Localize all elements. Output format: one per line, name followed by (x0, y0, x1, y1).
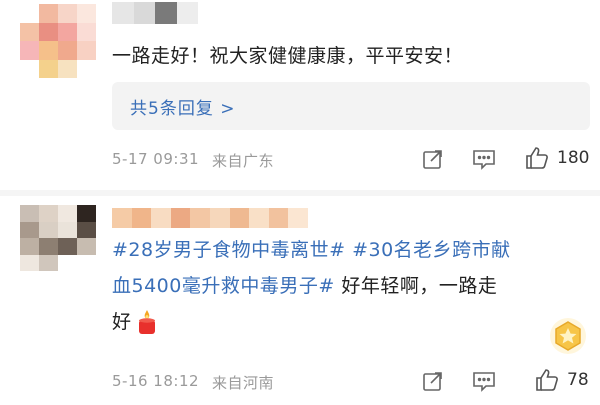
comment-line-2: 血5400毫升救中毒男子# 好年轻啊，一路走 (112, 268, 592, 304)
comment-location: 来自广东 (212, 152, 275, 170)
mosaic-cell (190, 208, 210, 228)
mosaic-cell (155, 2, 177, 24)
mosaic-cell (39, 41, 58, 60)
mosaic-cell (39, 205, 58, 222)
mosaic-cell (58, 41, 77, 60)
like-count: 180 (557, 148, 590, 168)
avatar[interactable] (20, 4, 96, 78)
comment-line-1: #28岁男子食物中毒离世# #30名老乡跨市献 (112, 232, 592, 268)
mosaic-cell (58, 221, 77, 238)
mosaic-cell (20, 238, 39, 255)
mosaic-cell (39, 22, 58, 41)
mosaic-cell (20, 221, 39, 238)
comment-text-segment: 好年轻啊，一路走 (341, 275, 498, 297)
candle-emoji-icon (136, 308, 158, 336)
mosaic-cell (39, 254, 58, 271)
mosaic-cell (77, 221, 96, 238)
comment-icon[interactable] (471, 368, 497, 394)
mosaic-cell (209, 208, 230, 228)
mosaic-cell (39, 4, 58, 23)
mosaic-cell (268, 208, 289, 228)
comment-time: 5-16 18:12 (112, 372, 200, 390)
mosaic-cell (170, 208, 191, 228)
mosaic-cell (112, 2, 134, 24)
mosaic-cell (249, 208, 269, 228)
mosaic-cell (20, 254, 39, 271)
mosaic-cell (58, 4, 77, 23)
reply-summary[interactable]: 共5条回复 > (112, 82, 590, 130)
view-replies-link[interactable]: 共5条回复 > (130, 94, 235, 119)
mosaic-cell (20, 59, 39, 78)
comment-text-segment: 好 (112, 311, 132, 333)
username[interactable] (112, 208, 308, 228)
like-count: 78 (567, 370, 589, 390)
mosaic-cell (229, 208, 250, 228)
mosaic-cell (112, 208, 132, 228)
mosaic-cell (58, 22, 77, 41)
share-icon[interactable] (420, 368, 446, 394)
mosaic-cell (39, 59, 58, 78)
comment-text: 一路走好！祝大家健健康康，平平安安！ (112, 45, 464, 67)
mosaic-cell (77, 59, 96, 78)
comment-line-3: 好 (112, 304, 592, 340)
mosaic-cell (77, 4, 96, 23)
comment-text: #28岁男子食物中毒离世# #30名老乡跨市献 血5400毫升救中毒男子# 好年… (112, 232, 592, 340)
like-icon[interactable] (533, 366, 561, 394)
mosaic-cell (176, 2, 198, 24)
mosaic-cell (133, 2, 155, 24)
mosaic-cell (20, 22, 39, 41)
topic-link-continued[interactable]: 血5400毫升救中毒男子# (112, 275, 335, 297)
mosaic-cell (20, 41, 39, 60)
mosaic-cell (77, 41, 96, 60)
mosaic-cell (77, 22, 96, 41)
badge-icon[interactable] (548, 316, 588, 356)
like-icon[interactable] (523, 144, 551, 172)
share-icon[interactable] (420, 146, 446, 172)
comment-icon[interactable] (471, 146, 497, 172)
mosaic-cell (20, 205, 39, 222)
comment-location: 来自河南 (212, 374, 275, 392)
mosaic-cell (58, 254, 77, 271)
mosaic-cell (131, 208, 152, 228)
mosaic-cell (77, 205, 96, 222)
mosaic-cell (39, 238, 58, 255)
mosaic-cell (77, 238, 96, 255)
comment-time: 5-17 09:31 (112, 150, 200, 168)
mosaic-cell (288, 208, 308, 228)
topic-link[interactable]: #30名老乡跨市献 (352, 239, 511, 261)
topic-link[interactable]: #28岁男子食物中毒离世# (112, 239, 346, 261)
avatar[interactable] (20, 205, 96, 271)
mosaic-cell (58, 205, 77, 222)
mosaic-cell (39, 221, 58, 238)
mosaic-cell (58, 59, 77, 78)
username[interactable] (112, 2, 198, 24)
mosaic-cell (77, 254, 96, 271)
mosaic-cell (58, 238, 77, 255)
divider (0, 190, 600, 196)
mosaic-cell (151, 208, 171, 228)
mosaic-cell (20, 4, 39, 23)
